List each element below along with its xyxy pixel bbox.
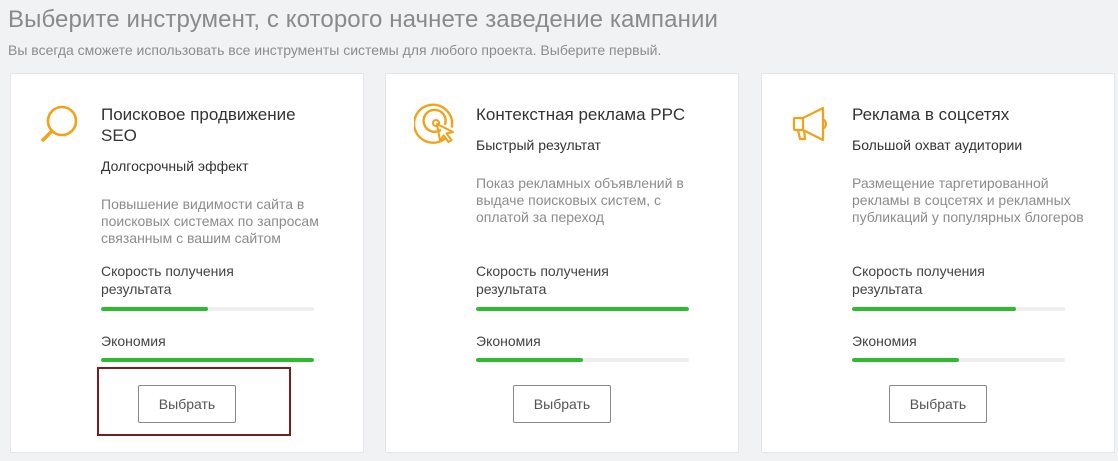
- card-description: Размещение таргетированной рекламы в соц…: [852, 175, 1084, 225]
- economy-bar-fill: [476, 358, 583, 362]
- card-tagline: Большой охват аудитории: [852, 137, 1023, 153]
- card-description: Показ рекламных объявлений в выдаче поис…: [476, 175, 684, 225]
- economy-label: Экономия: [852, 333, 917, 349]
- card-title: Контекстная реклама PPC: [476, 105, 686, 124]
- economy-bar-fill: [852, 358, 959, 362]
- choose-social-button[interactable]: Выбрать: [889, 385, 987, 423]
- card-social: Реклама в соцсетях Большой охват аудитор…: [761, 73, 1115, 453]
- speed-bar-fill: [852, 307, 1016, 311]
- speed-bar: [852, 307, 1065, 311]
- speed-label: Скорость получения результата: [476, 263, 609, 297]
- speed-label: Скорость получения результата: [101, 263, 234, 297]
- speed-bar-fill: [101, 307, 208, 311]
- card-description: Повышение видимости сайта в поисковых си…: [101, 196, 319, 246]
- speed-bar-fill: [476, 307, 689, 311]
- speed-label: Скорость получения результата: [852, 263, 985, 297]
- target-cursor-icon: [414, 102, 458, 146]
- card-title: Реклама в соцсетях: [852, 105, 1010, 124]
- choose-ppc-button[interactable]: Выбрать: [513, 385, 611, 423]
- megaphone-icon: [790, 102, 834, 146]
- card-tagline: Быстрый результат: [476, 137, 601, 153]
- economy-label: Экономия: [101, 333, 166, 349]
- card-tagline: Долгосрочный эффект: [101, 158, 249, 174]
- economy-bar-fill: [101, 358, 314, 362]
- speed-bar: [476, 307, 689, 311]
- economy-bar: [476, 358, 689, 362]
- economy-bar: [101, 358, 314, 362]
- choose-seo-button[interactable]: Выбрать: [138, 385, 236, 423]
- card-seo: Поисковое продвижение SEO Долгосрочный э…: [10, 73, 364, 453]
- magnifier-icon: [39, 102, 83, 146]
- card-title: Поисковое продвижение SEO: [101, 105, 296, 145]
- page-subtitle: Вы всегда сможете использовать все инстр…: [8, 42, 662, 58]
- economy-label: Экономия: [476, 333, 541, 349]
- card-ppc: Контекстная реклама PPC Быстрый результа…: [385, 73, 739, 453]
- speed-bar: [101, 307, 314, 311]
- page-title: Выберите инструмент, с которого начнете …: [8, 6, 718, 33]
- economy-bar: [852, 358, 1065, 362]
